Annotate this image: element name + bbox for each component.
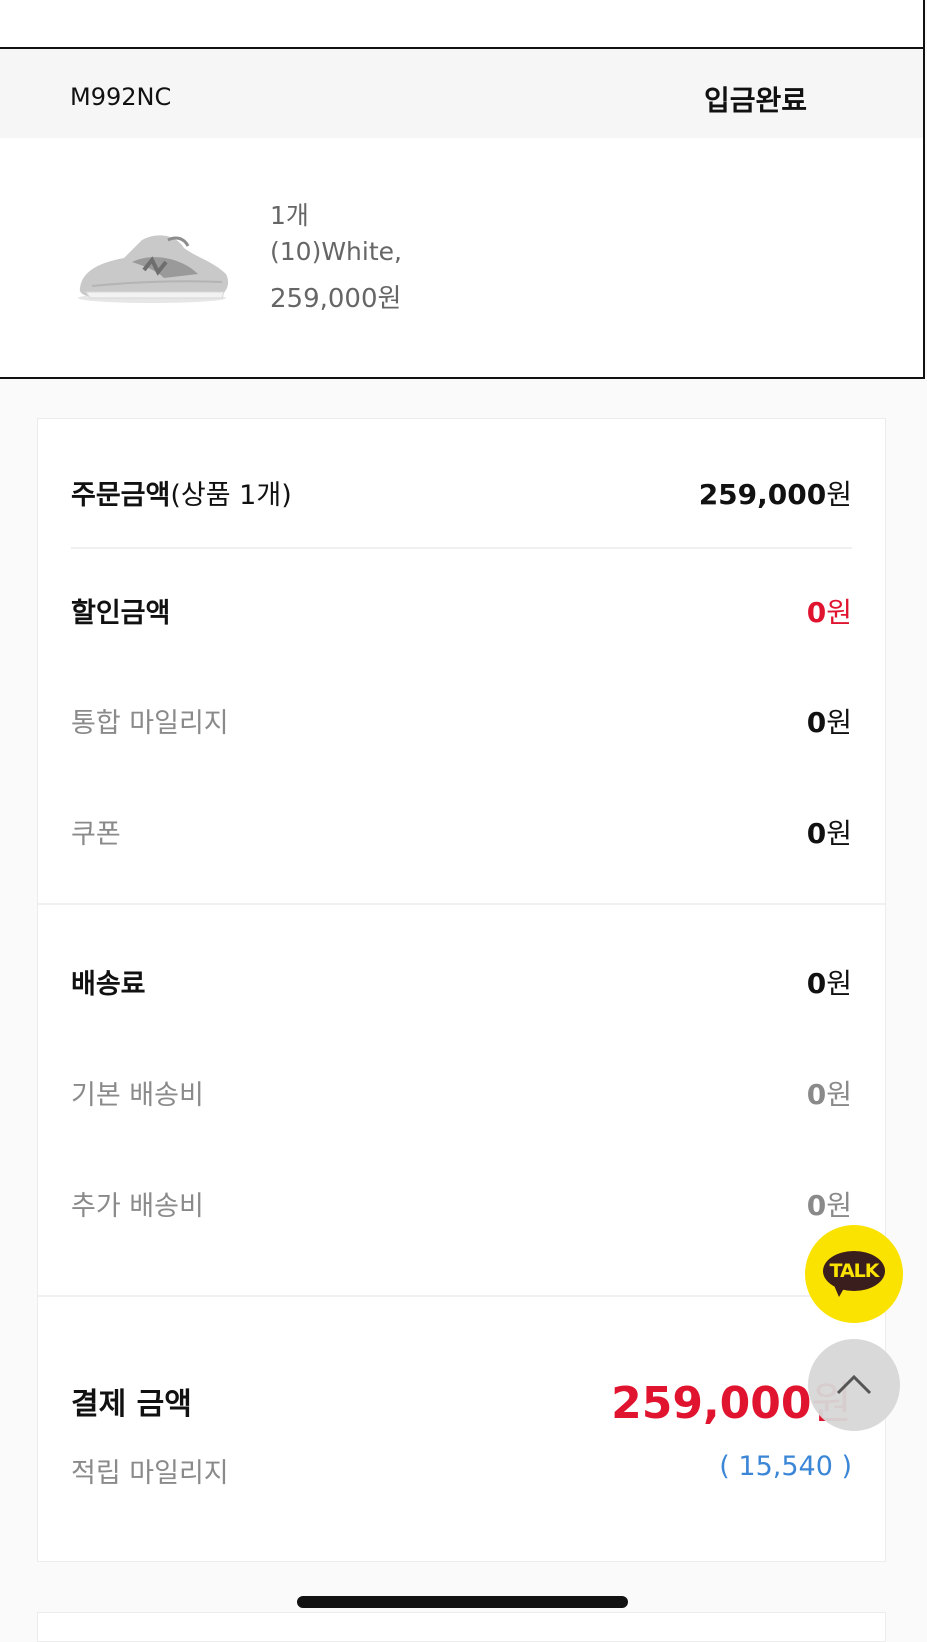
top-bar (0, 0, 925, 49)
scroll-top-button[interactable] (808, 1339, 900, 1431)
talk-label: TALK (829, 1260, 879, 1282)
coupon-value: 0 (806, 817, 827, 850)
order-header: M992NC 입금완료 (0, 49, 925, 138)
section-divider (38, 1295, 885, 1297)
currency-unit: 원 (826, 706, 852, 739)
shipping-value: 0 (806, 967, 827, 1000)
kakao-talk-button[interactable]: TALK (805, 1225, 903, 1323)
payment-summary: 주문금액(상품 1개) 259,000원 할인금액 0원 통합 마일리지 0원 … (37, 418, 886, 1562)
coupon-label: 쿠폰 (71, 819, 121, 850)
currency-unit: 원 (826, 478, 852, 511)
order-amount-sub: (상품 1개) (170, 480, 292, 511)
mileage-value: 0 (806, 706, 827, 739)
product-thumbnail (78, 235, 229, 303)
home-indicator (297, 1596, 628, 1608)
product-code: M992NC (70, 83, 172, 111)
shipping-label: 배송료 (71, 969, 146, 1000)
extra-shipping-value: 0 (806, 1189, 827, 1222)
base-shipping-label: 기본 배송비 (71, 1080, 204, 1111)
currency-unit: 원 (826, 1189, 852, 1222)
currency-unit: 원 (826, 967, 852, 1000)
product-quantity: 1개 (270, 201, 309, 230)
discount-label: 할인금액 (71, 598, 171, 629)
payment-label: 결제 금액 (71, 1387, 192, 1422)
kakao-bubble-tail (833, 1283, 847, 1297)
earn-mileage-label: 적립 마일리지 (71, 1458, 229, 1489)
currency-unit: 원 (826, 1078, 852, 1111)
next-section-card (37, 1612, 886, 1642)
payment-value: 259,000 (611, 1378, 812, 1429)
section-divider (38, 903, 885, 905)
product-item[interactable]: 1개 (10)White, 2 259,000원 (0, 138, 925, 379)
earn-mileage-value: ( 15,540 ) (719, 1451, 852, 1482)
chevron-up-icon (836, 1374, 872, 1395)
product-option: (10)White, 2 (270, 237, 410, 266)
extra-shipping-label: 추가 배송비 (71, 1191, 204, 1222)
mileage-label: 통합 마일리지 (71, 708, 229, 739)
product-price: 259,000원 (270, 284, 402, 314)
order-status: 입금완료 (703, 84, 807, 117)
order-amount-value: 259,000 (698, 478, 827, 511)
currency-unit: 원 (826, 817, 852, 850)
discount-value: 0 (806, 596, 827, 629)
base-shipping-value: 0 (806, 1078, 827, 1111)
currency-unit: 원 (826, 596, 852, 629)
order-amount-label: 주문금액 (71, 480, 171, 511)
divider (71, 547, 852, 549)
